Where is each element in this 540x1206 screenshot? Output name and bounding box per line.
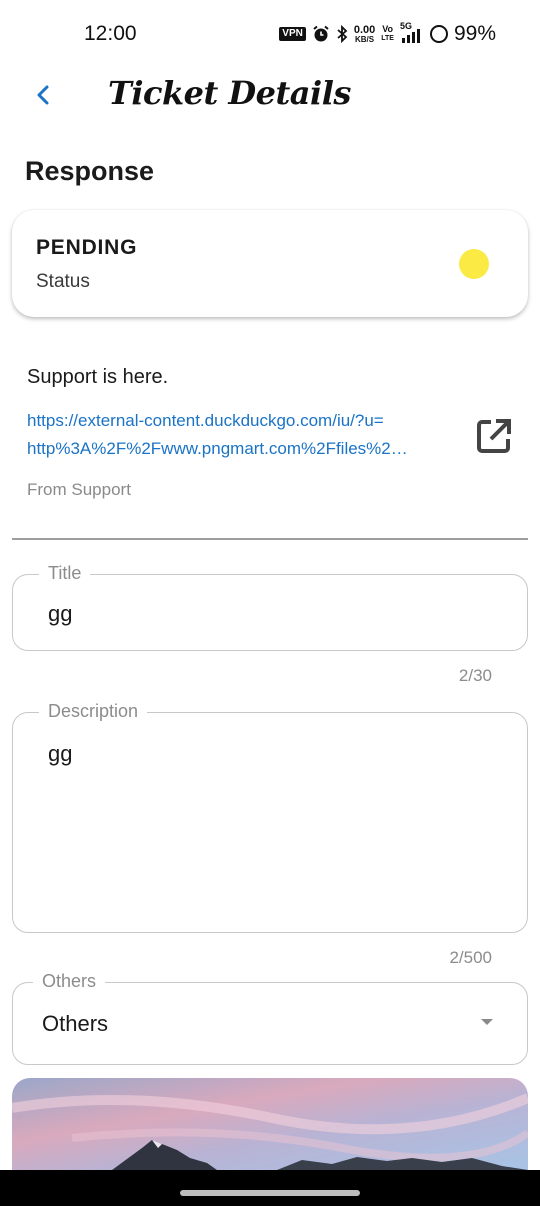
signal-icon: 5G bbox=[400, 21, 424, 43]
divider bbox=[12, 538, 528, 540]
title-field[interactable]: Title gg bbox=[12, 563, 528, 651]
category-dropdown-label: Others bbox=[33, 971, 106, 992]
response-heading: Response bbox=[25, 156, 155, 186]
chevron-left-icon bbox=[37, 85, 49, 105]
app-bar: Ticket Details bbox=[0, 66, 540, 130]
description-char-counter: 2/500 bbox=[449, 948, 492, 967]
battery-icon bbox=[429, 25, 448, 43]
category-dropdown-value: Others bbox=[42, 1011, 109, 1036]
vpn-badge: VPN bbox=[279, 27, 306, 41]
dropdown-arrow-icon bbox=[481, 1019, 493, 1025]
title-field-label: Title bbox=[39, 563, 91, 584]
system-nav-bar bbox=[0, 1170, 540, 1206]
status-value: PENDING bbox=[36, 236, 138, 259]
description-field-value: gg bbox=[48, 741, 73, 766]
back-button[interactable] bbox=[26, 78, 60, 112]
home-gesture-handle[interactable] bbox=[180, 1190, 360, 1196]
volte-top: Vo bbox=[382, 24, 394, 34]
response-message: Support is here. bbox=[27, 366, 169, 388]
title-char-counter: 2/30 bbox=[458, 666, 492, 685]
response-link-line2: http%3A%2F%2Fwww.pngmart.com%2Ffiles%2… bbox=[27, 439, 408, 458]
open-in-new-icon bbox=[477, 419, 511, 453]
category-dropdown[interactable]: Others Others bbox=[12, 971, 528, 1065]
status-label: Status bbox=[36, 271, 90, 292]
battery-level: 99% bbox=[453, 22, 496, 45]
net-speed: 0.00 KB/S bbox=[353, 23, 376, 44]
page-title: Ticket Details bbox=[108, 74, 351, 112]
description-field-label: Description bbox=[39, 701, 148, 722]
net-speed-unit: KB/S bbox=[354, 34, 375, 44]
open-link-button[interactable] bbox=[474, 416, 514, 456]
status-bar: 12:00 VPN 0.00 KB/S Vo LTE 5G 99% bbox=[0, 0, 540, 66]
bluetooth-icon bbox=[337, 25, 348, 43]
volte-indicator: Vo LTE bbox=[381, 25, 394, 43]
response-link-line1: https://external-content.duckduckgo.com/… bbox=[27, 411, 384, 430]
status-indicator-dot bbox=[459, 249, 489, 279]
mountain-photo bbox=[12, 1078, 528, 1170]
response-link[interactable]: https://external-content.duckduckgo.com/… bbox=[27, 407, 455, 463]
net-speed-value: 0.00 bbox=[353, 23, 376, 36]
attached-image[interactable] bbox=[12, 1078, 528, 1170]
volte-bottom: LTE bbox=[381, 35, 394, 42]
status-icons: VPN 0.00 KB/S Vo LTE 5G 99% bbox=[279, 21, 496, 46]
status-time: 12:00 bbox=[84, 22, 137, 45]
response-source: From Support bbox=[27, 480, 131, 499]
description-field[interactable]: Description gg bbox=[12, 701, 528, 933]
title-field-value: gg bbox=[48, 601, 73, 626]
status-card: PENDING Status bbox=[12, 210, 528, 317]
alarm-icon bbox=[313, 25, 329, 42]
